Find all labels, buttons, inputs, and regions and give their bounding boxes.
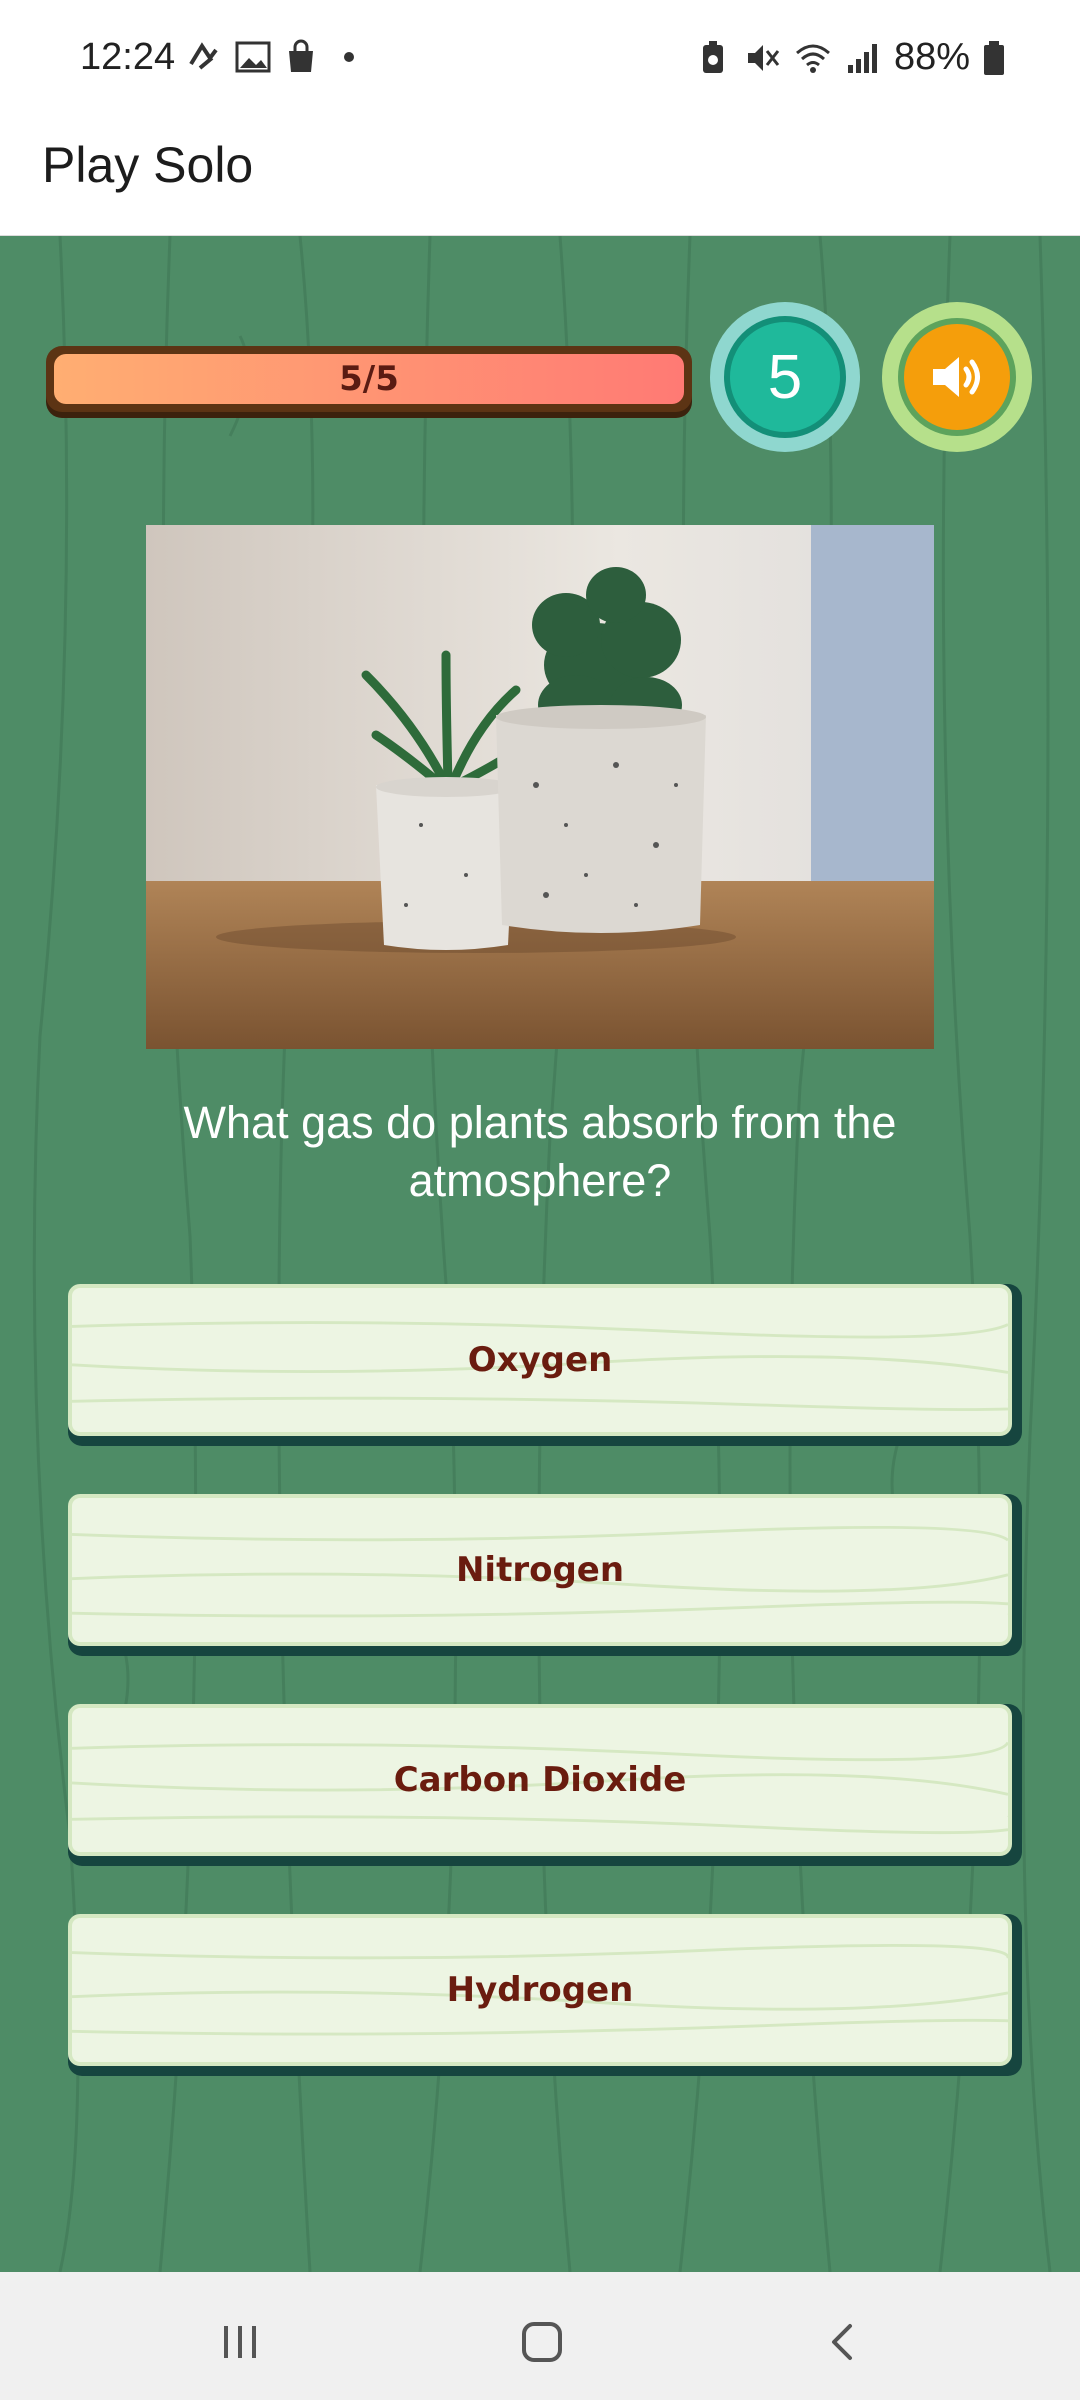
shopping-bag-icon (289, 39, 313, 72)
mute-icon (747, 44, 780, 71)
timer-value: 5 (724, 316, 846, 438)
recent-apps-icon (224, 2326, 256, 2358)
battery-saver-icon (702, 40, 723, 73)
notification-icons (186, 38, 368, 76)
activity-icon (189, 42, 218, 70)
answer-option-2[interactable]: Nitrogen (68, 1494, 1022, 1656)
answer-plank[interactable]: Carbon Dioxide (68, 1704, 1012, 1856)
sound-button-inner[interactable] (898, 318, 1016, 436)
answer-label: Oxygen (467, 1340, 613, 1380)
cactus-pots-photo (146, 525, 934, 1049)
answer-plank[interactable]: Oxygen (68, 1284, 1012, 1436)
sound-button[interactable] (882, 302, 1032, 452)
status-time: 12:24 (80, 36, 176, 78)
status-bar: 12:24 88% (0, 0, 1080, 122)
gallery-icon (235, 41, 271, 73)
answer-plank[interactable]: Hydrogen (68, 1914, 1012, 2066)
home-button[interactable] (512, 2312, 572, 2372)
answer-label: Hydrogen (446, 1970, 634, 2010)
back-icon (832, 2324, 852, 2360)
answer-option-1[interactable]: Oxygen (68, 1284, 1022, 1446)
answer-option-4[interactable]: Hydrogen (68, 1914, 1022, 2076)
status-right: 88% (694, 36, 1006, 79)
answer-plank[interactable]: Nitrogen (68, 1494, 1012, 1646)
question-text: What gas do plants absorb from the atmos… (183, 1097, 897, 1206)
timer-badge: 5 (710, 302, 860, 452)
dot-icon (344, 52, 354, 62)
page-title: Play Solo (42, 137, 254, 193)
game-area: 5/5 5 What gas do plants absorb from the… (0, 236, 1080, 2272)
system-nav-bar (0, 2272, 1080, 2400)
answer-label: Nitrogen (455, 1550, 625, 1590)
wifi-icon (795, 44, 830, 73)
progress-bar: 5/5 (46, 346, 692, 412)
app-bar: Play Solo (0, 122, 1080, 236)
signal-icon (847, 43, 877, 73)
progress-label: 5/5 (339, 359, 399, 399)
battery-percentage: 88% (893, 36, 970, 78)
progress-fill: 5/5 (54, 354, 684, 404)
answer-label: Carbon Dioxide (393, 1760, 687, 1800)
speaker-icon (933, 357, 980, 397)
recent-apps-button[interactable] (210, 2312, 270, 2372)
home-icon (522, 2322, 562, 2362)
answer-option-3[interactable]: Carbon Dioxide (68, 1704, 1022, 1866)
battery-icon (984, 40, 1004, 75)
question-image (146, 525, 934, 1049)
back-button[interactable] (814, 2312, 874, 2372)
